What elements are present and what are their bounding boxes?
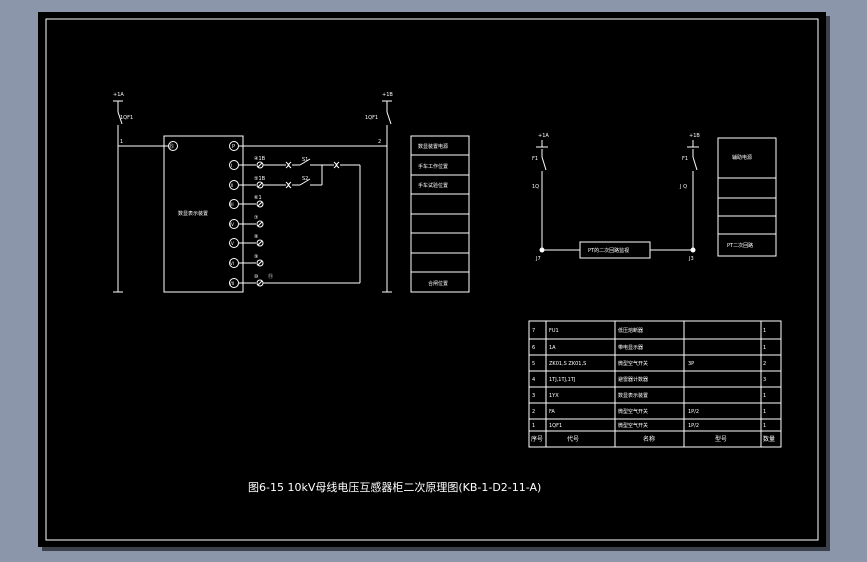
rc-center-box-label: PT的二次回路监视 xyxy=(588,247,629,254)
right-wire-label: 2 xyxy=(378,139,381,145)
rc-right-node-label: J3 xyxy=(688,256,694,262)
terminal-circle-label: VI xyxy=(230,261,234,266)
table-cell: 1TJ,1TJ,1TJ xyxy=(549,377,575,383)
table-cell: 2 xyxy=(763,361,766,367)
right-breaker-label: 1QF1 xyxy=(365,115,378,121)
switch-1-label: S1 xyxy=(302,157,308,163)
table-cell: 微型空气开关 xyxy=(618,408,648,415)
table-cell: FU1 xyxy=(549,328,559,334)
terminal-code-label: ④1B xyxy=(254,156,266,162)
table-cell: 1 xyxy=(763,345,766,351)
left-legend-row: 合闸位置 xyxy=(428,280,448,287)
table-cell: 1 xyxy=(763,423,766,429)
terminal-circle-label: V xyxy=(231,241,234,246)
table-cell: 1 xyxy=(763,393,766,399)
table-cell: 1A xyxy=(549,345,556,351)
cad-drawing-viewport: +1A 1QF1 +1B 1QF1 1 2 ⑮ P 数显表示装置 S1 S2 I… xyxy=(38,12,830,551)
table-cell: 微型空气开关 xyxy=(618,422,648,429)
table-cell: 1P/2 xyxy=(688,423,699,429)
right-legend-row: PT二次回路 xyxy=(727,242,753,249)
rc-right-bottom-label: J Q xyxy=(679,184,687,190)
left-legend-row: 手车工作位置 xyxy=(418,163,448,170)
right-breaker-top-label: +1B xyxy=(382,92,393,98)
table-cell: 5 xyxy=(532,361,535,367)
table-cell: 4 xyxy=(532,377,535,383)
table-header-cell: 数量 xyxy=(763,435,775,443)
left-breaker-top-label: +1A xyxy=(113,92,124,98)
table-cell: 1YX xyxy=(549,393,559,399)
terminal-code-label: ⑩ xyxy=(254,274,259,280)
table-cell: 2 xyxy=(532,409,535,415)
left-breaker-label: 1QF1 xyxy=(120,115,133,121)
switch-2-label: S2 xyxy=(302,176,308,182)
left-wire-label: 1 xyxy=(120,139,123,145)
terminal-code-label: ⑪ xyxy=(268,273,273,280)
terminal-code-label: ⑦ xyxy=(254,215,259,221)
table-cell: ZK01,S ZK01,S xyxy=(549,361,586,367)
drawing-title: 图6-15 10kV母线电压互感器柜二次原理图(KB-1-D2-11-A) xyxy=(248,480,541,494)
terminal-code-label: ⑨ xyxy=(254,254,258,260)
table-cell: 数显表示装置 xyxy=(618,392,648,399)
terminal-code-label: ⑤1B xyxy=(254,176,266,182)
table-cell: 1P/2 xyxy=(688,409,699,415)
table-cell: 1 xyxy=(763,328,766,334)
terminal-code-label: ⑥1 xyxy=(254,195,262,201)
table-cell: 3 xyxy=(532,393,535,399)
table-header-cell: 型号 xyxy=(715,435,727,443)
table-cell: 1 xyxy=(532,423,535,429)
table-cell: 带电显示器 xyxy=(618,344,643,351)
rc-left-fuse-label: F1 xyxy=(532,156,538,162)
terminal-circle-label: II xyxy=(231,183,233,188)
table-cell: 7 xyxy=(532,328,535,334)
device-label: 数显表示装置 xyxy=(178,210,208,217)
terminal-circle-label: IV xyxy=(230,222,234,227)
terminal-circle-label: I xyxy=(231,163,232,168)
table-cell: 微型空气开关 xyxy=(618,360,648,367)
table-cell: 3P xyxy=(688,361,694,367)
table-cell: 1QF1 xyxy=(549,423,562,429)
right-legend-row: 辅助电源 xyxy=(732,154,752,161)
table-header-cell: 名称 xyxy=(643,435,655,443)
device-terminal-output-label: P xyxy=(232,144,235,150)
device-terminal-input-label: ⑮ xyxy=(169,143,174,150)
table-cell: 3 xyxy=(763,377,766,383)
table-cell: FA xyxy=(549,409,555,415)
terminal-circle-label: III xyxy=(230,202,234,207)
rc-left-top-label: +1A xyxy=(538,133,549,139)
table-cell: 6 xyxy=(532,345,535,351)
left-legend-row: 数显装置电源 xyxy=(418,143,448,150)
table-cell: 低压熔断器 xyxy=(618,327,643,334)
rc-left-node-label: J7 xyxy=(535,256,541,262)
table-header-cell: 序号 xyxy=(531,435,543,443)
rc-right-top-label: +1B xyxy=(689,133,700,139)
table-header-cell: 代号 xyxy=(567,435,579,443)
left-legend-row: 手车试验位置 xyxy=(418,182,448,189)
table-cell: 避雷器计数器 xyxy=(618,376,648,383)
table-cell: 1 xyxy=(763,409,766,415)
rc-left-bottom-label: 1Q xyxy=(532,184,539,190)
drawing-sheet xyxy=(38,12,826,547)
terminal-code-label: ⑧ xyxy=(254,234,259,240)
rc-right-fuse-label: F1 xyxy=(682,156,688,162)
terminal-circle-label: VII xyxy=(229,281,234,286)
